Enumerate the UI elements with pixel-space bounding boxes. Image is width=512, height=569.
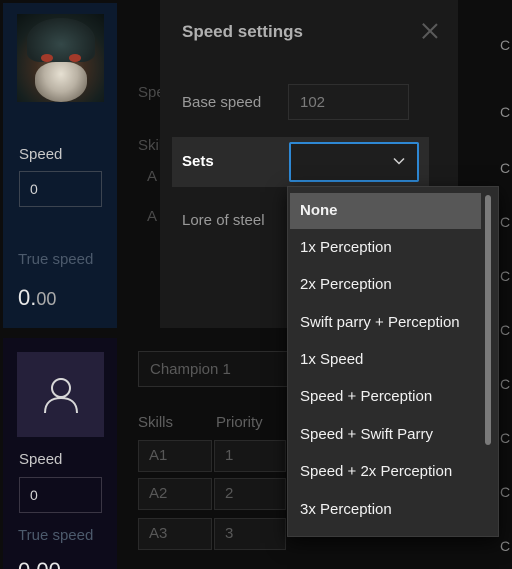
partial-label: A xyxy=(147,168,158,185)
dropdown-option[interactable]: Speed + Perception xyxy=(290,379,481,415)
priority-select[interactable]: 2 xyxy=(214,478,286,510)
sets-select[interactable] xyxy=(289,142,419,182)
sets-label: Sets xyxy=(182,153,214,170)
true-speed-value: 0.00 xyxy=(18,558,61,569)
edge-label: C xyxy=(500,160,511,176)
champion-card: Speed 0 True speed 0.00 xyxy=(3,338,117,569)
dropdown-option[interactable]: Swift parry + Perception xyxy=(290,305,481,341)
dropdown-scrollbar[interactable] xyxy=(485,195,491,445)
champion-portrait[interactable] xyxy=(17,14,104,102)
edge-label: C xyxy=(500,376,511,392)
true-speed-label: True speed xyxy=(18,251,94,268)
base-speed-label: Base speed xyxy=(182,94,262,111)
true-speed-value: 0.00 xyxy=(18,285,57,310)
sets-row: Sets xyxy=(172,137,429,187)
partial-label: A xyxy=(147,208,158,225)
speed-label: Speed xyxy=(19,146,63,163)
champion-portrait-placeholder[interactable] xyxy=(17,352,104,437)
dropdown-option-none[interactable]: None xyxy=(290,193,481,229)
dropdown-option[interactable]: 1x Speed xyxy=(290,342,481,378)
dropdown-option[interactable]: 1x Perception xyxy=(290,230,481,266)
champion-card: Speed 0 True speed 0.00 xyxy=(3,3,117,328)
priority-select[interactable]: 3 xyxy=(214,518,286,550)
priority-header: Priority xyxy=(216,414,263,431)
dropdown-option[interactable]: 3x Perception xyxy=(290,492,481,528)
base-speed-input[interactable]: 102 xyxy=(288,84,409,120)
champion-select[interactable]: Champion 1 xyxy=(138,351,288,387)
edge-label: C xyxy=(500,214,511,230)
dropdown-option[interactable]: Speed + 2x Perception xyxy=(290,454,481,490)
edge-label: C xyxy=(500,268,511,284)
dialog-title: Speed settings xyxy=(182,22,303,41)
speed-input[interactable]: 0 xyxy=(19,477,102,513)
user-icon xyxy=(44,378,78,414)
sets-dropdown-list: None 1x Perception 2x Perception Swift p… xyxy=(287,186,499,537)
edge-label: C xyxy=(500,538,511,554)
dropdown-option[interactable]: 2x Perception xyxy=(290,267,481,303)
partial-label: Skil xyxy=(138,137,163,154)
priority-select[interactable]: 1 xyxy=(214,440,286,472)
edge-label: C xyxy=(500,430,511,446)
edge-label: C xyxy=(500,37,511,53)
skill-cell: A1 xyxy=(138,440,212,472)
edge-label: C xyxy=(500,104,511,120)
dropdown-option[interactable]: Speed + Swift Parry xyxy=(290,417,481,453)
skill-cell: A3 xyxy=(138,518,212,550)
edge-label: C xyxy=(500,484,511,500)
skills-header: Skills xyxy=(138,414,174,431)
lore-of-steel-label: Lore of steel xyxy=(182,212,265,229)
speed-input[interactable]: 0 xyxy=(19,171,102,207)
skill-cell: A2 xyxy=(138,478,212,510)
speed-label: Speed xyxy=(19,451,63,468)
chevron-down-icon xyxy=(393,157,405,165)
true-speed-label: True speed xyxy=(18,527,94,544)
close-icon[interactable] xyxy=(422,23,438,39)
edge-label: C xyxy=(500,322,511,338)
